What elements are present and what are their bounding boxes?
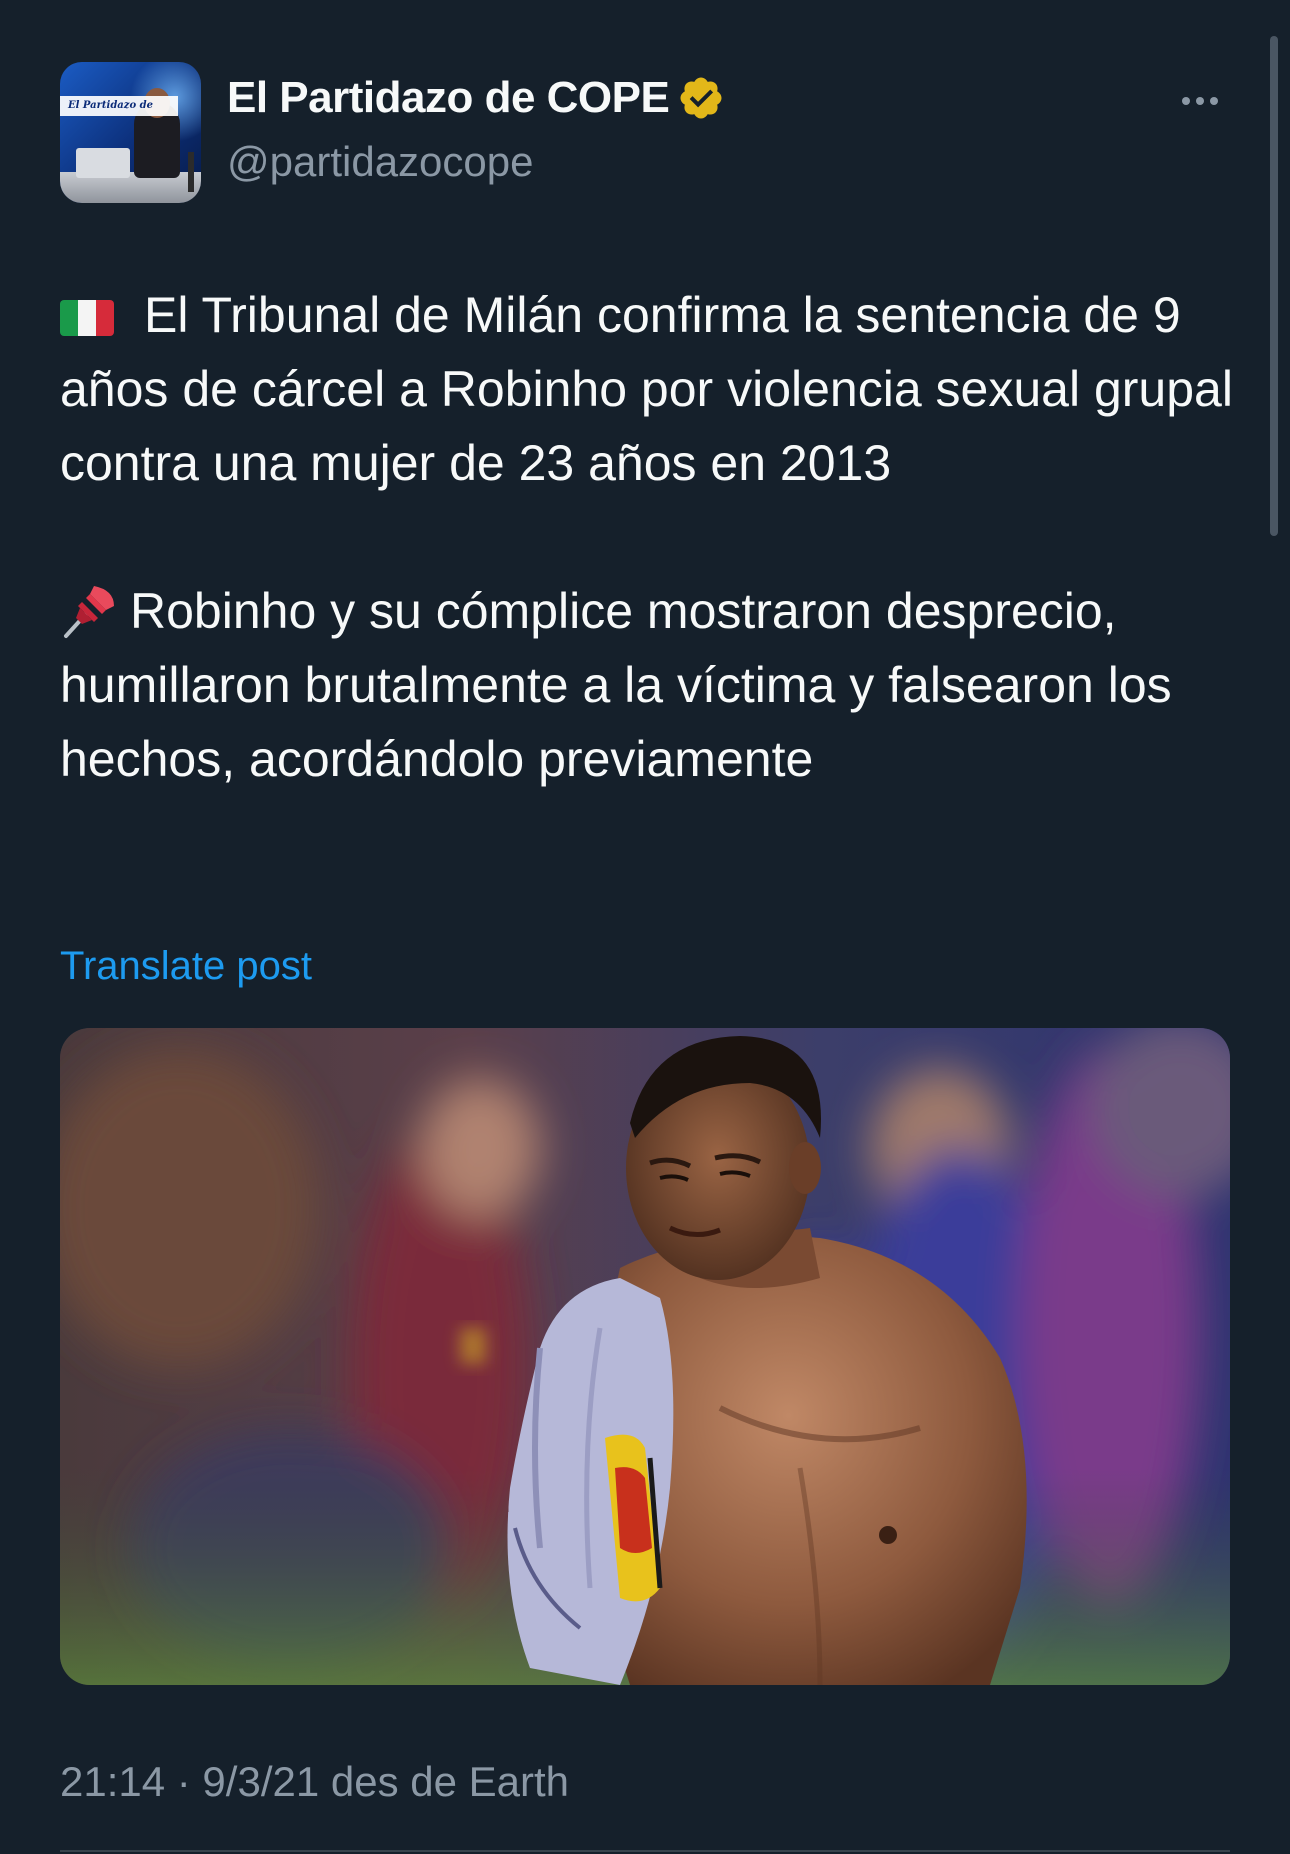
translate-post-link[interactable]: Translate post <box>60 944 312 989</box>
tweet-detail: El Partidazo de El Partidazo de COPE @pa… <box>0 0 1290 1854</box>
pushpin-icon <box>64 586 114 638</box>
avatar[interactable]: El Partidazo de <box>60 62 201 203</box>
tweet-paragraph-2: Robinho y su cómplice mostraron despreci… <box>60 574 1240 796</box>
tweet-text: El Tribunal de Milán confirma la sentenc… <box>60 278 1240 796</box>
tweet-paragraph-1-text: El Tribunal de Milán confirma la sentenc… <box>60 287 1233 491</box>
avatar-banner-text: El Partidazo de <box>60 96 178 116</box>
more-options-button[interactable] <box>1170 86 1230 116</box>
tweet-media-photo[interactable] <box>60 1028 1230 1685</box>
italy-flag-icon <box>60 300 114 336</box>
author-display-name[interactable]: El Partidazo de COPE <box>227 73 670 123</box>
author-handle[interactable]: @partidazocope <box>227 138 534 186</box>
more-horizontal-icon <box>1182 97 1190 105</box>
divider <box>60 1850 1230 1852</box>
tweet-paragraph-1: El Tribunal de Milán confirma la sentenc… <box>60 278 1240 500</box>
player-photo <box>60 1028 1230 1685</box>
verified-badge-icon[interactable] <box>677 74 725 122</box>
tweet-paragraph-2-text: Robinho y su cómplice mostraron despreci… <box>60 583 1172 787</box>
author-name-row[interactable]: El Partidazo de COPE <box>227 72 725 124</box>
scrollbar[interactable] <box>1270 36 1278 536</box>
tweet-timestamp[interactable]: 21:14 · 9/3/21 des de Earth <box>60 1758 569 1806</box>
tweet-header: El Partidazo de El Partidazo de COPE @pa… <box>60 60 1230 204</box>
